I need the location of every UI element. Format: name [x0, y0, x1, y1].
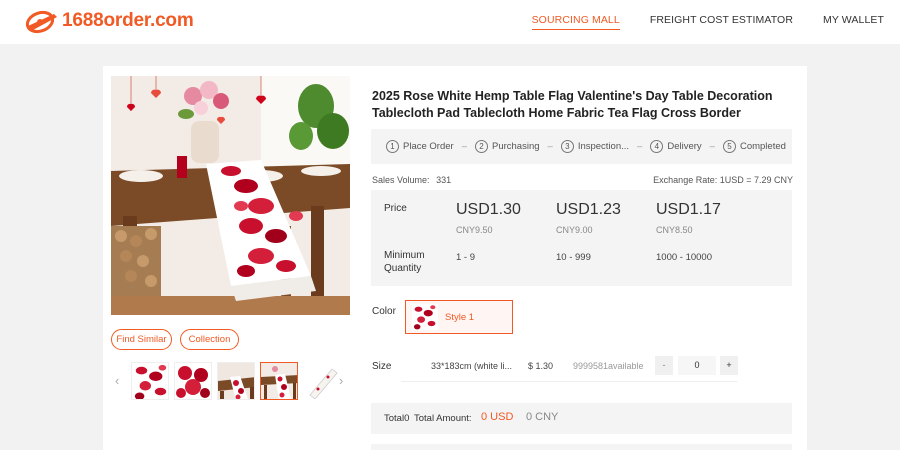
exchange-rate: Exchange Rate: 1USD = 7.29 CNY — [653, 175, 793, 185]
color-label: Color — [372, 306, 396, 317]
step-place-order: 1 Place Order — [386, 140, 454, 153]
step-label: Delivery — [667, 141, 702, 152]
tier-2-usd-price: USD1.23 — [556, 201, 621, 218]
step-delivery: 4 Delivery — [650, 140, 702, 153]
min-qty-label-line1: Minimum — [384, 250, 425, 261]
step-number: 1 — [386, 140, 399, 153]
nav-my-wallet[interactable]: MY WALLET — [823, 14, 884, 30]
tier-3-usd-price: USD1.17 — [656, 201, 721, 218]
size-price: $ 1.30 — [528, 361, 554, 371]
find-similar-button[interactable]: Find Similar — [111, 329, 172, 350]
sales-volume: Sales Volume: 331 — [372, 175, 451, 185]
step-number: 3 — [560, 140, 574, 153]
thumbnail-2[interactable] — [174, 362, 212, 400]
step-inspection: 3 Inspection... — [560, 140, 630, 153]
style-option-label: Style 1 — [445, 312, 475, 323]
min-qty-label-line2: Quantity — [384, 263, 422, 274]
thumbnail-3[interactable] — [217, 362, 255, 400]
total-count: Total0 — [384, 413, 410, 424]
bottom-panel — [371, 444, 792, 450]
size-stock: 9999581available — [573, 361, 644, 371]
main-nav: SOURCING MALL FREIGHT COST ESTIMATOR MY … — [502, 14, 884, 30]
tier-1-cny-price: CNY9.50 — [456, 225, 493, 235]
style-option-1[interactable]: Style 1 — [405, 300, 513, 334]
quantity-input[interactable]: 0 — [678, 356, 716, 375]
size-row: 33*183cm (white li... $ 1.30 9999581avai… — [401, 352, 738, 382]
step-number: 4 — [650, 140, 664, 153]
logo-icon — [25, 10, 57, 34]
thumbnail-5[interactable] — [303, 362, 341, 400]
sales-volume-value: 331 — [436, 175, 452, 185]
step-label: Purchasing — [491, 141, 540, 152]
step-label: Completed — [739, 141, 786, 152]
chevron-right-icon[interactable]: › — [339, 373, 343, 388]
top-header: 1688order.com SOURCING MALL FREIGHT COST… — [0, 0, 900, 44]
nav-freight-cost-estimator[interactable]: FREIGHT COST ESTIMATOR — [650, 14, 793, 30]
brand-logo[interactable]: 1688order.com — [24, 8, 194, 34]
price-label: Price — [384, 203, 407, 214]
step-completed: 5 Completed — [722, 140, 786, 153]
size-label: Size — [372, 361, 392, 372]
step-label: Inspection... — [577, 141, 630, 152]
quantity-decrement-button[interactable]: - — [655, 356, 673, 375]
step-number: 2 — [474, 140, 488, 153]
total-cny: 0 CNY — [526, 411, 559, 423]
thumbnail-strip: ‹ › — [111, 362, 351, 402]
total-usd: 0 USD — [481, 411, 514, 423]
step-separator: – — [547, 141, 553, 152]
price-tiers-panel: Price Minimum Quantity USD1.30 CNY9.50 1… — [371, 190, 792, 286]
collection-button[interactable]: Collection — [180, 329, 239, 350]
sales-volume-label: Sales Volume: — [372, 175, 430, 185]
step-label: Place Order — [403, 141, 454, 152]
step-separator: – — [709, 141, 715, 152]
total-amount-label: Total Amount: — [414, 413, 472, 424]
chevron-left-icon[interactable]: ‹ — [115, 373, 119, 388]
size-name: 33*183cm (white li... — [431, 361, 513, 371]
tier-3-cny-price: CNY8.50 — [656, 225, 693, 235]
product-card: Find Similar Collection ‹ › 2025 Rose Wh… — [103, 66, 807, 450]
tier-2-qty-range: 10 - 999 — [556, 252, 591, 263]
nav-sourcing-mall[interactable]: SOURCING MALL — [531, 14, 620, 30]
product-title: 2025 Rose White Hemp Table Flag Valentin… — [372, 89, 773, 120]
style-thumbnail — [412, 304, 438, 330]
step-purchasing: 2 Purchasing — [474, 140, 540, 153]
product-main-image[interactable] — [111, 76, 350, 315]
order-progress-steps: 1 Place Order – 2 Purchasing – 3 Inspect… — [371, 129, 792, 164]
thumbnail-4-selected[interactable] — [260, 362, 298, 400]
tier-3-qty-range: 1000 - 10000 — [656, 252, 712, 263]
total-bar: Total0 Total Amount: 0 USD 0 CNY — [371, 403, 792, 434]
step-number: 5 — [722, 140, 736, 153]
thumbnail-1[interactable] — [131, 362, 169, 400]
tier-2-cny-price: CNY9.00 — [556, 225, 593, 235]
step-separator: – — [637, 141, 643, 152]
brand-name: 1688order.com — [62, 10, 194, 31]
step-separator: – — [461, 141, 467, 152]
tier-1-usd-price: USD1.30 — [456, 201, 521, 218]
quantity-increment-button[interactable]: + — [720, 356, 738, 375]
tier-1-qty-range: 1 - 9 — [456, 252, 476, 263]
